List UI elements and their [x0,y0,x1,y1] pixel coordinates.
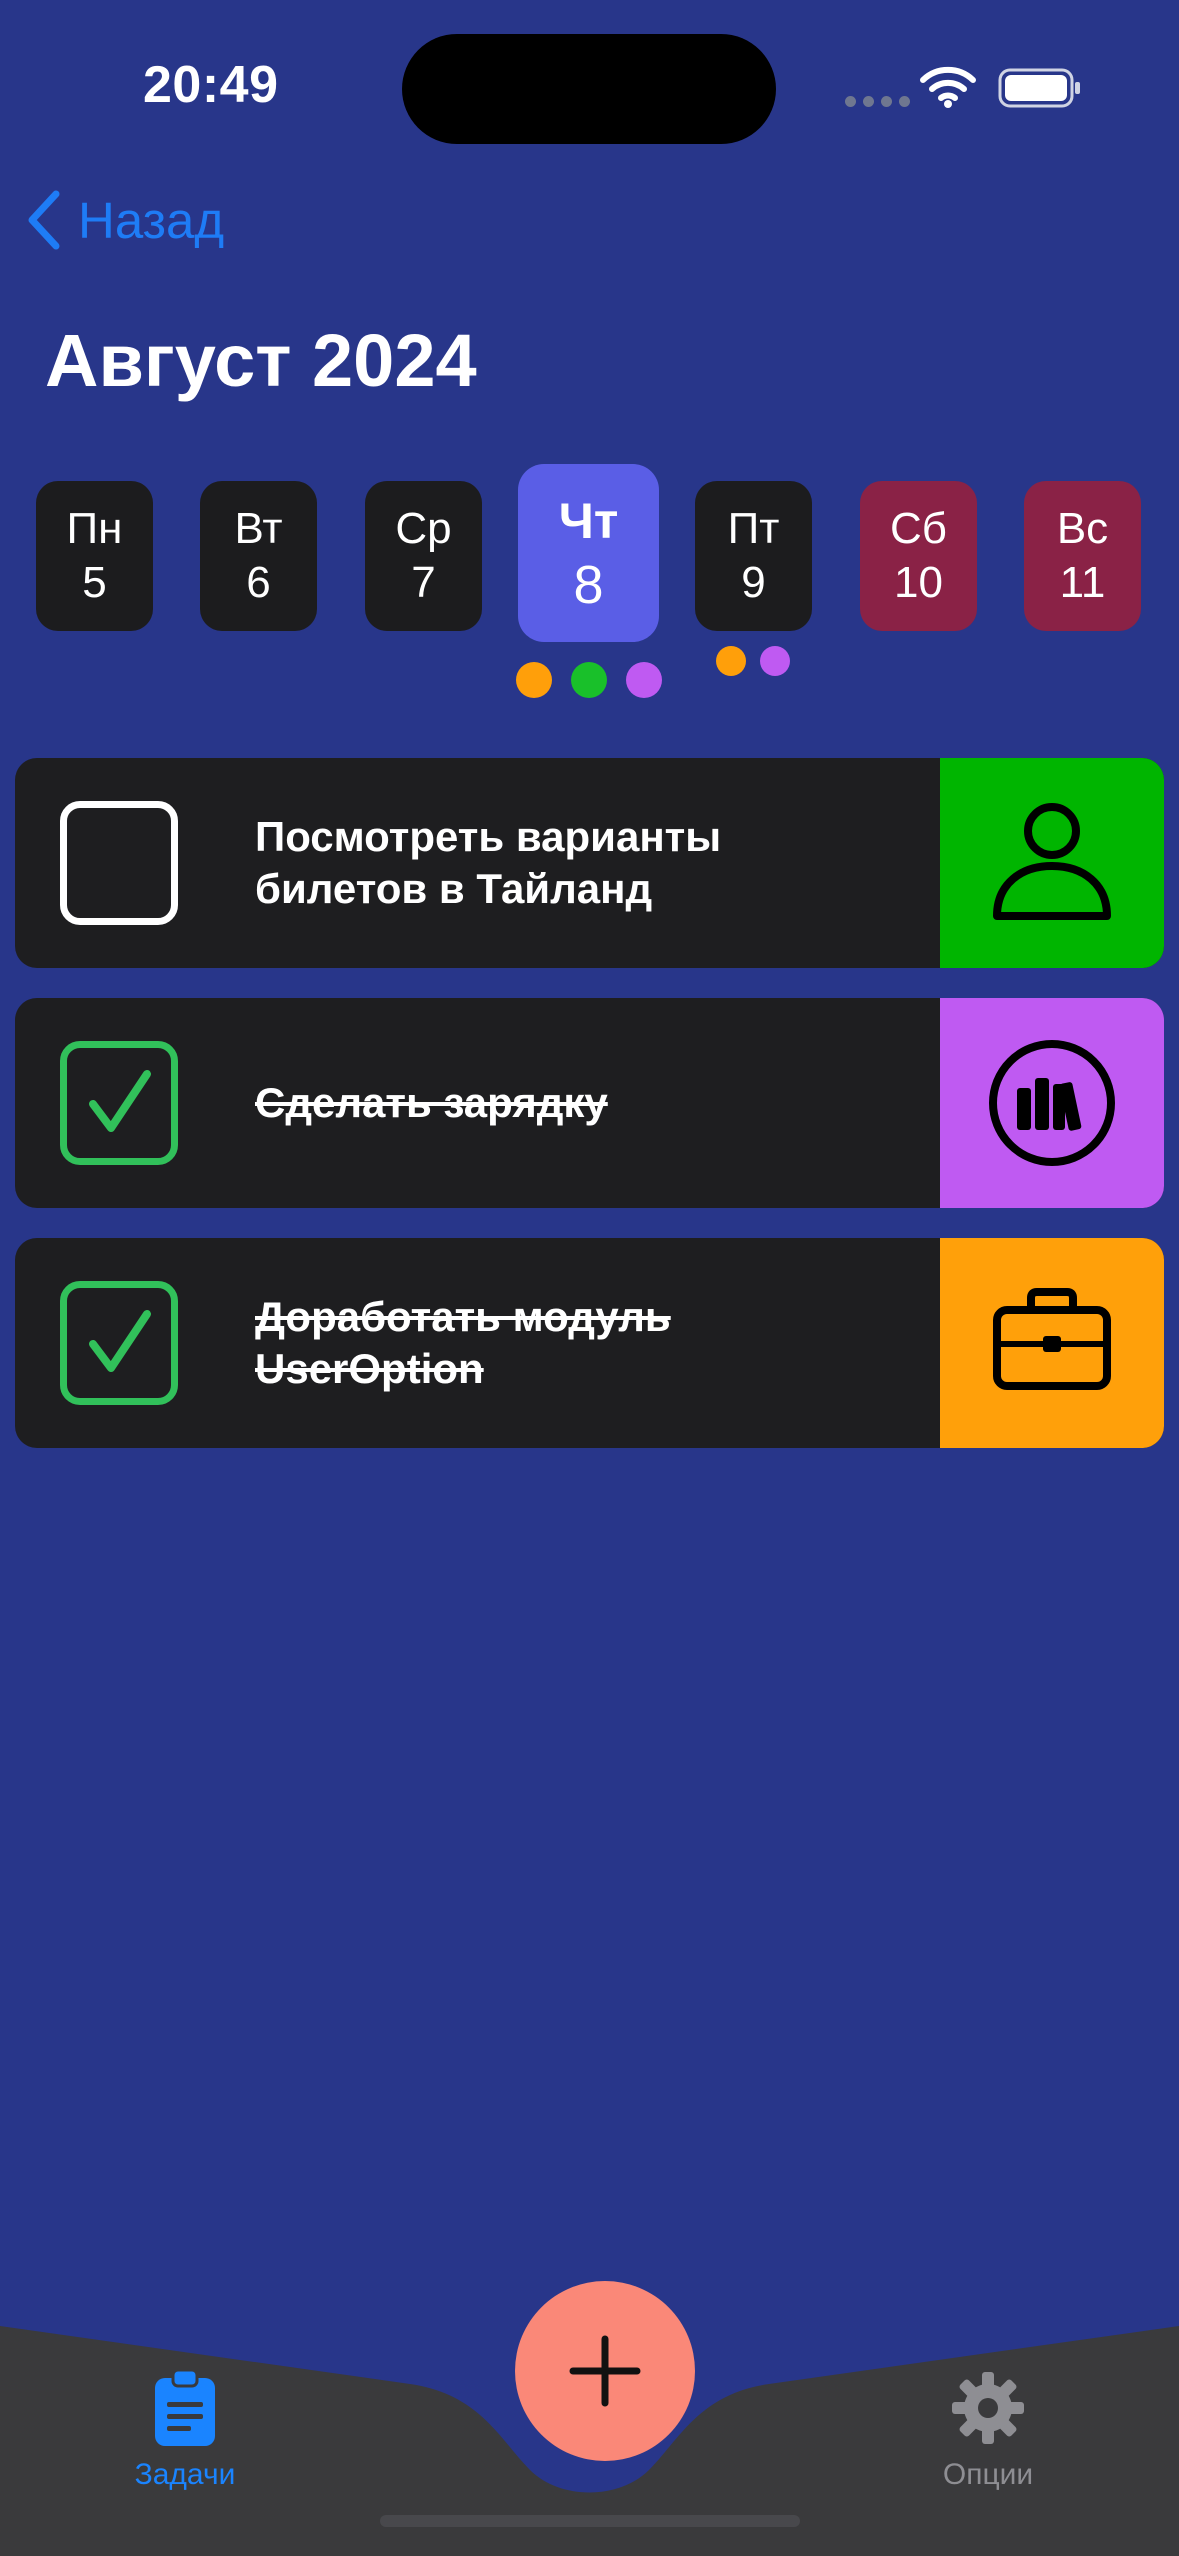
status-time: 20:49 [143,56,279,114]
home-indicator [380,2515,800,2527]
day-name: Ср [395,504,452,553]
task-checkbox[interactable] [60,801,178,925]
day-thu-selected[interactable]: Чт 8 [518,464,659,642]
wifi-icon [920,66,976,108]
tab-tasks-label: Задачи [134,2458,236,2491]
day-name: Сб [890,504,947,553]
day-mon[interactable]: Пн 5 [36,481,153,631]
day-wed[interactable]: Ср 7 [365,481,482,631]
day-name: Вс [1056,504,1109,553]
task-row[interactable]: Сделать зарядку [15,998,1164,1208]
gear-icon [952,2372,1024,2444]
cellular-signal-icon [845,96,910,107]
task-title: Сделать зарядку [255,1079,608,1126]
marker-dot [571,662,607,698]
clipboard-icon [155,2368,215,2446]
day-fri[interactable]: Пт 9 [695,481,812,631]
marker-dot [760,646,790,676]
back-label: Назад [78,191,225,249]
tab-tasks[interactable]: Задачи [95,2368,275,2492]
person-icon [993,803,1111,920]
briefcase-icon [993,1288,1111,1390]
day-number: 10 [894,558,943,607]
marker-dot [626,662,662,698]
checkmark-icon [89,1310,151,1372]
marker-dot [716,646,746,676]
day-fri-markers [716,646,790,676]
day-number: 9 [741,558,766,607]
day-sat[interactable]: Сб 10 [860,481,977,631]
category-badge[interactable] [940,998,1164,1208]
task-row[interactable]: Доработать модуль UserOption [15,1238,1164,1448]
add-task-button[interactable] [515,2281,695,2461]
plus-icon [569,2335,641,2407]
day-tue[interactable]: Вт 6 [200,481,317,631]
page-title: Август 2024 [45,319,477,402]
day-number: 6 [246,558,271,607]
battery-icon [998,68,1080,108]
day-number: 8 [573,555,604,615]
task-title: Доработать модуль UserOption [255,1293,671,1392]
back-button[interactable]: Назад [24,190,224,250]
task-row[interactable]: Посмотреть варианты билетов в Тайланд [15,758,1164,968]
day-number: 7 [411,558,436,607]
tab-options-label: Опции [942,2458,1034,2491]
day-thu-markers [516,662,662,698]
task-checkbox-checked[interactable] [60,1041,178,1165]
day-name: Вт [234,504,283,553]
category-badge[interactable] [940,758,1164,968]
tab-options[interactable]: Опции [898,2368,1078,2492]
day-sun[interactable]: Вс 11 [1024,481,1141,631]
task-checkbox-checked[interactable] [60,1281,178,1405]
task-title: Посмотреть варианты билетов в Тайланд [255,813,722,912]
dynamic-island [402,34,776,144]
checkmark-icon [89,1070,151,1132]
day-number: 5 [82,558,107,607]
marker-dot [516,662,552,698]
category-badge[interactable] [940,1238,1164,1448]
day-name: Пн [66,504,123,553]
chevron-left-icon [28,190,60,250]
day-name: Чт [558,493,619,549]
day-name: Пт [727,504,780,553]
books-icon [989,1040,1115,1166]
day-number: 11 [1059,558,1106,607]
